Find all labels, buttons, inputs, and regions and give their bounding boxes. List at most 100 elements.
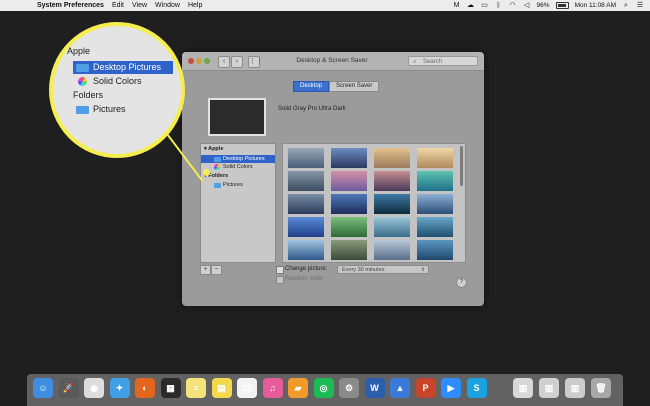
wallpaper-thumbnail[interactable] [374, 194, 410, 214]
document-stack-icon-3[interactable]: ▥ [565, 378, 585, 398]
wallpaper-thumbnail[interactable] [417, 240, 453, 260]
wallpaper-thumbnail[interactable] [417, 217, 453, 237]
show-all-grid-icon[interactable]: ⋮⋮ [248, 56, 263, 68]
window-titlebar[interactable]: ‹ › ⋮⋮ Desktop & Screen Saver ⌕ Search [182, 52, 484, 71]
magnified-folders-label: Folders [73, 90, 104, 100]
document-stack-icon[interactable]: ▥ [513, 378, 533, 398]
trash-icon[interactable]: 🗑 [591, 378, 611, 398]
status-m-icon[interactable]: M [453, 2, 461, 9]
current-picture-name: Solid Gray Pro Ultra Dark [278, 106, 346, 112]
folder-icon [76, 106, 89, 114]
change-interval-select[interactable]: Every 30 minutes ⇕ [337, 265, 429, 274]
change-interval-value: Every 30 minutes [342, 267, 385, 273]
magnified-pictures: Pictures [73, 103, 126, 116]
wallpaper-thumbnail[interactable] [374, 217, 410, 237]
wallpaper-thumbnail[interactable] [288, 194, 324, 214]
grid-scrollbar[interactable] [460, 146, 463, 186]
powerpoint-icon[interactable]: P [415, 378, 436, 398]
activity-monitor-icon[interactable]: ▦ [160, 378, 181, 398]
notes-icon[interactable]: ≡ [186, 378, 206, 398]
folder-icon [214, 183, 221, 188]
forward-button[interactable]: › [231, 56, 243, 68]
search-field[interactable]: ⌕ Search [408, 56, 478, 66]
finder-icon[interactable]: ☺ [33, 378, 53, 398]
word-icon[interactable]: W [364, 378, 385, 398]
notification-center-icon[interactable]: ☰ [636, 2, 644, 9]
wallpaper-thumbnail[interactable] [374, 171, 410, 191]
wallpaper-thumbnail[interactable] [374, 148, 410, 168]
ibooks-icon[interactable]: ▰ [288, 378, 308, 398]
wallpaper-thumbnail[interactable] [417, 194, 453, 214]
change-picture-label: Change picture: [285, 266, 328, 272]
battery-icon[interactable] [555, 2, 569, 9]
desktop-screensaver-window: ‹ › ⋮⋮ Desktop & Screen Saver ⌕ Search D… [182, 52, 484, 306]
magnified-apple-label: Apple [67, 46, 91, 56]
folder-icon [214, 157, 221, 162]
status-wifi-icon[interactable]: ◠ [509, 2, 517, 9]
wallpaper-thumbnail[interactable] [417, 148, 453, 168]
status-bluetooth-icon[interactable]: ᛒ [495, 2, 503, 9]
menu-edit[interactable]: Edit [112, 2, 124, 9]
status-volume-icon[interactable]: ◁ [523, 2, 531, 9]
status-display-icon[interactable]: ▭ [481, 2, 489, 9]
wallpaper-thumbnail[interactable] [288, 217, 324, 237]
keynote-icon[interactable]: ▲ [390, 378, 410, 398]
menu-app-name[interactable]: System Preferences [37, 2, 104, 9]
source-sidebar: ▾ Apple Desktop Pictures Solid Colors ▾ … [200, 143, 276, 263]
change-picture-checkbox[interactable] [276, 266, 284, 274]
menu-clock[interactable]: Mon 11:08 AM [575, 2, 616, 9]
calendar-icon[interactable]: 28 [237, 378, 257, 398]
sidebar-group-apple[interactable]: ▾ Apple [204, 146, 223, 152]
menu-window[interactable]: Window [155, 2, 180, 9]
wallpaper-thumbnail[interactable] [417, 171, 453, 191]
document-stack-icon-2[interactable]: ▥ [539, 378, 559, 398]
sidebar-item-solid-colors[interactable]: Solid Colors [201, 163, 275, 171]
magnified-sidebar-callout: Apple Desktop Pictures Solid Colors Fold… [49, 22, 185, 158]
callout-target-dot [203, 169, 210, 176]
wallpaper-thumbnail[interactable] [331, 217, 367, 237]
minimize-window-button[interactable] [196, 58, 202, 64]
wallpaper-thumbnail[interactable] [331, 240, 367, 260]
menu-view[interactable]: View [132, 2, 147, 9]
launchpad-icon[interactable]: 🚀 [58, 378, 79, 398]
itunes-icon[interactable]: ♫ [262, 378, 283, 398]
magnified-item-label: Pictures [93, 104, 126, 114]
wallpaper-thumbnail[interactable] [288, 240, 324, 260]
back-button[interactable]: ‹ [218, 56, 230, 68]
wallpaper-thumbnail[interactable] [331, 194, 367, 214]
tab-desktop[interactable]: Desktop [293, 81, 330, 92]
wallpaper-thumbnail[interactable] [331, 148, 367, 168]
sidebar-item-label: Solid Colors [223, 164, 253, 170]
pane-tabs: Desktop Screen Saver [293, 81, 380, 92]
window-title: Desktop & Screen Saver [296, 57, 368, 64]
wallpaper-grid [282, 143, 466, 263]
spotify-icon[interactable]: ◎ [313, 378, 334, 398]
random-order-checkbox [276, 276, 284, 284]
wallpaper-thumbnail[interactable] [374, 240, 410, 260]
sidebar-item-pictures[interactable]: Pictures [201, 181, 275, 189]
select-arrows-icon: ⇕ [420, 267, 425, 273]
battery-percent: 96% [536, 2, 550, 9]
wallpaper-thumbnail[interactable] [288, 171, 324, 191]
system-preferences-icon[interactable]: ⚙ [339, 378, 359, 398]
sidebar-item-desktop-pictures[interactable]: Desktop Pictures [201, 155, 275, 163]
status-cloud-icon[interactable]: ☁ [467, 2, 475, 9]
safari-icon[interactable]: ✦ [109, 378, 130, 398]
tab-screen-saver[interactable]: Screen Saver [329, 81, 380, 92]
add-folder-button[interactable]: + [200, 265, 211, 275]
firefox-icon[interactable]: ◐ [135, 378, 155, 398]
spotlight-search-icon[interactable]: ⌕ [622, 2, 630, 9]
wallpaper-thumbnail[interactable] [288, 148, 324, 168]
wallpaper-thumbnail[interactable] [331, 171, 367, 191]
remove-folder-button[interactable]: − [211, 265, 222, 275]
help-button[interactable]: ? [456, 277, 467, 288]
zoom-icon[interactable]: ▶ [441, 378, 461, 398]
close-window-button[interactable] [188, 58, 194, 64]
current-desktop-preview [208, 98, 266, 136]
chrome-icon[interactable]: ◉ [84, 378, 104, 398]
stickies-icon[interactable]: ▤ [211, 378, 232, 398]
zoom-window-button[interactable] [204, 58, 210, 64]
skype-icon[interactable]: S [466, 378, 487, 398]
menu-help[interactable]: Help [188, 2, 202, 9]
random-order-label: Random order [285, 276, 324, 282]
